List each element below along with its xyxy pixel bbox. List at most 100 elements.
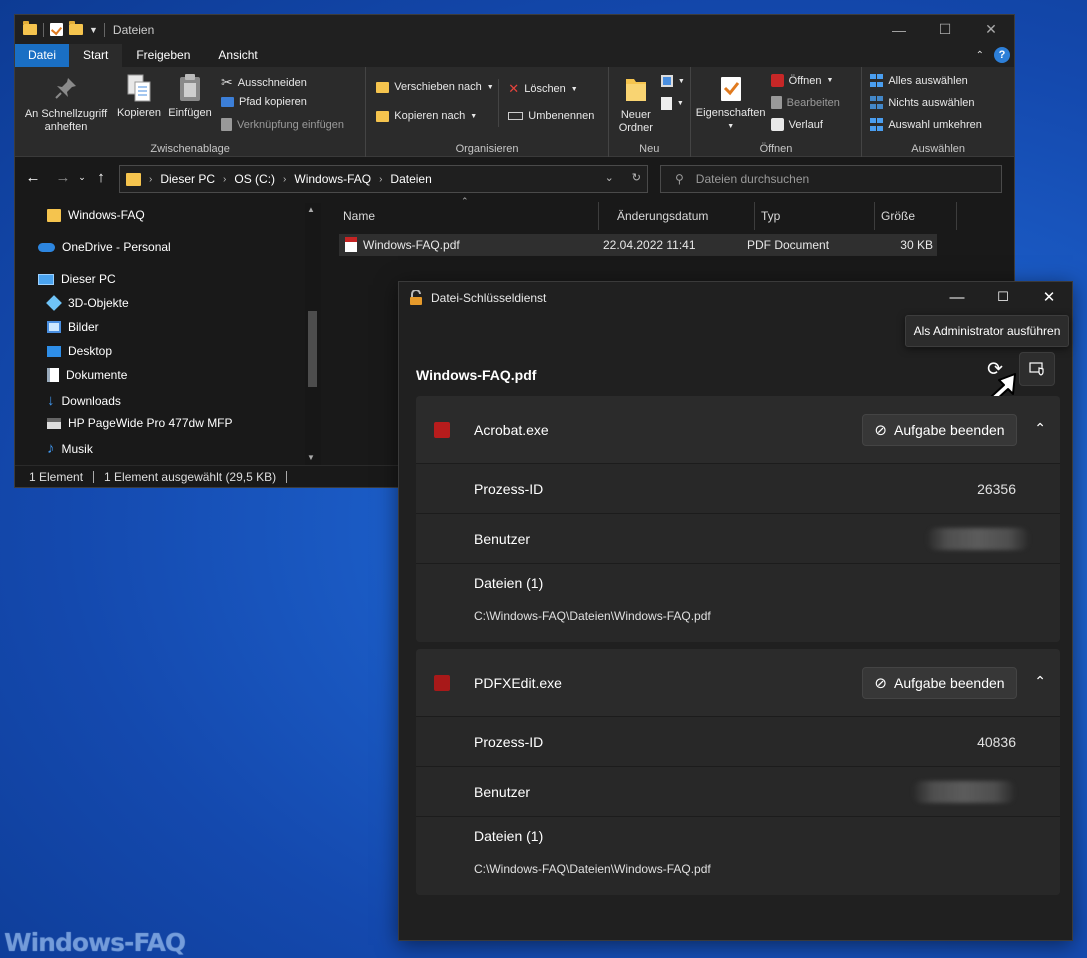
files-label: Dateien (1): [474, 575, 544, 591]
divider: [103, 22, 105, 37]
locksmith-title-bar: Datei-Schlüsseldienst — ☐ ✕: [399, 282, 1072, 314]
column-header-name[interactable]: Name: [339, 202, 599, 230]
easy-access-button[interactable]: ▼: [660, 97, 684, 110]
divider: [93, 470, 95, 483]
tab-view[interactable]: Ansicht: [204, 44, 271, 67]
rename-button[interactable]: Umbenennen: [508, 110, 594, 122]
chevron-up-icon[interactable]: ⌃: [1034, 673, 1046, 690]
pid-row: Prozess-ID 40836: [416, 717, 1060, 767]
breadcrumb-files[interactable]: Dateien: [390, 172, 431, 186]
search-box[interactable]: ⚲ Dateien durchsuchen: [660, 165, 1002, 193]
process-card-pdfxedit: PDFXEdit.exe ⊘ Aufgabe beenden ⌃ Prozess…: [416, 649, 1060, 895]
tooltip: Als Administrator ausführen: [905, 315, 1069, 347]
file-path: C:\Windows-FAQ\Dateien\Windows-FAQ.pdf: [474, 862, 711, 876]
recent-locations-icon[interactable]: ⌄: [75, 165, 89, 189]
organize-group: Verschieben nach ▼ Kopieren nach ▼ ✕ Lösche…: [366, 67, 609, 157]
chevron-right-icon: ›: [379, 173, 383, 185]
column-header-type[interactable]: Typ: [757, 202, 875, 230]
open-group-label: Öffnen: [759, 143, 793, 155]
up-arrow-icon[interactable]: ↑: [89, 165, 113, 189]
paste-shortcut-button[interactable]: Verknüpfung einfügen: [221, 118, 344, 131]
pin-icon: [55, 78, 76, 99]
locked-file-name: Windows-FAQ.pdf: [416, 367, 537, 383]
nav-item-desktop[interactable]: Desktop: [47, 344, 112, 358]
collapse-ribbon-icon[interactable]: ⌃: [976, 50, 984, 61]
maximize-icon[interactable]: ☐: [980, 282, 1026, 312]
refresh-icon[interactable]: ↻: [632, 171, 641, 184]
chevron-up-icon[interactable]: ⌃: [1034, 420, 1046, 437]
end-task-button[interactable]: ⊘ Aufgabe beenden: [862, 414, 1017, 446]
nav-label: Musik: [61, 441, 93, 456]
new-folder-icon[interactable]: [69, 21, 83, 35]
end-task-button[interactable]: ⊘ Aufgabe beenden: [862, 667, 1017, 699]
paste-button[interactable]: Einfügen: [165, 73, 215, 120]
close-icon[interactable]: ✕: [968, 15, 1014, 44]
delete-button[interactable]: ✕ Löschen ▼: [508, 81, 577, 97]
properties-icon[interactable]: [50, 23, 63, 36]
column-header-date[interactable]: Änderungsdatum: [613, 202, 755, 230]
pin-quick-access-button[interactable]: An Schnellzugriff anheften: [21, 75, 111, 134]
close-icon[interactable]: ✕: [1026, 282, 1072, 312]
maximize-icon[interactable]: ☐: [922, 15, 968, 44]
new-folder-button[interactable]: Neuer Ordner: [615, 75, 657, 135]
copy-path-button[interactable]: Pfad kopieren: [221, 96, 307, 108]
invert-selection-button[interactable]: Auswahl umkehren: [870, 118, 982, 131]
blurred-user-name: [912, 781, 1016, 803]
nav-scroll-thumb[interactable]: [308, 311, 317, 387]
copy-button[interactable]: Kopieren: [113, 73, 165, 120]
tab-file[interactable]: Datei: [15, 44, 69, 67]
new-group-label: Neu: [639, 143, 660, 155]
process-header[interactable]: PDFXEdit.exe ⊘ Aufgabe beenden ⌃: [416, 649, 1060, 717]
nav-item-windows-faq[interactable]: Windows-FAQ: [47, 208, 145, 222]
nav-item-documents[interactable]: Dokumente: [47, 368, 127, 382]
tab-share[interactable]: Freigeben: [122, 44, 204, 67]
nav-item-3d-objects[interactable]: 3D-Objekte: [46, 295, 129, 311]
nav-item-this-pc[interactable]: Dieser PC: [38, 272, 116, 286]
move-folder-icon: [376, 81, 390, 93]
clipboard-group: An Schnellzugriff anheften Kopieren Einf…: [15, 67, 367, 157]
address-dropdown-icon[interactable]: ⌄: [605, 171, 614, 184]
files-row: Dateien (1) C:\Windows-FAQ\Dateien\Windo…: [416, 817, 1060, 895]
new-item-button[interactable]: ▼: [660, 75, 685, 87]
select-all-button[interactable]: Alles auswählen: [870, 74, 968, 87]
nav-item-downloads[interactable]: ↓ Downloads: [47, 392, 121, 409]
history-button[interactable]: Verlauf: [770, 118, 823, 131]
breadcrumb-windows-faq[interactable]: Windows-FAQ: [294, 172, 371, 186]
nav-item-onedrive[interactable]: OneDrive - Personal: [38, 240, 171, 254]
breadcrumb-drive[interactable]: OS (C:): [234, 172, 275, 186]
help-icon[interactable]: ?: [994, 47, 1010, 63]
move-to-button[interactable]: Verschieben nach ▼: [376, 81, 494, 93]
select-none-button[interactable]: Nichts auswählen: [870, 96, 975, 109]
edit-button[interactable]: Bearbeiten: [770, 96, 840, 109]
new-item-icon: [660, 75, 673, 87]
column-header-size[interactable]: Größe: [877, 202, 957, 230]
open-button[interactable]: Öffnen ▼: [770, 74, 833, 87]
nav-item-printer[interactable]: HP PageWide Pro 477dw MFP: [47, 416, 233, 430]
minimize-icon[interactable]: —: [876, 15, 922, 44]
customize-toolbar-icon[interactable]: ▼: [89, 25, 98, 35]
user-row: Benutzer: [416, 514, 1060, 564]
cut-button[interactable]: ✂ Ausschneiden: [221, 74, 307, 91]
properties-button[interactable]: Eigenschaften ▼: [693, 75, 769, 133]
edit-icon: [770, 96, 782, 109]
files-label: Dateien (1): [474, 828, 544, 844]
file-size: 30 KB: [900, 238, 933, 252]
block-icon: ⊘: [874, 422, 887, 439]
file-date: 22.04.2022 11:41: [603, 238, 696, 252]
delete-icon: ✕: [508, 81, 520, 96]
scroll-up-icon[interactable]: ▲: [307, 205, 315, 214]
address-bar[interactable]: › Dieser PC › OS (C:) › Windows-FAQ › Da…: [119, 165, 648, 193]
nav-item-pictures[interactable]: Bilder: [47, 320, 99, 334]
paste-icon: [180, 74, 200, 101]
tab-start[interactable]: Start: [69, 44, 123, 67]
scroll-down-icon[interactable]: ▼: [307, 453, 315, 462]
run-as-admin-button[interactable]: [1019, 352, 1055, 386]
nav-item-music[interactable]: ♪ Musik: [47, 440, 93, 457]
forward-arrow-icon[interactable]: →: [51, 165, 75, 189]
table-row[interactable]: Windows-FAQ.pdf 22.04.2022 11:41 PDF Doc…: [339, 234, 937, 256]
minimize-icon[interactable]: —: [934, 282, 980, 312]
process-header[interactable]: Acrobat.exe ⊘ Aufgabe beenden ⌃: [416, 396, 1060, 464]
back-arrow-icon[interactable]: ←: [21, 165, 45, 189]
copy-to-button[interactable]: Kopieren nach ▼: [376, 110, 477, 122]
breadcrumb-this-pc[interactable]: Dieser PC: [160, 172, 215, 186]
